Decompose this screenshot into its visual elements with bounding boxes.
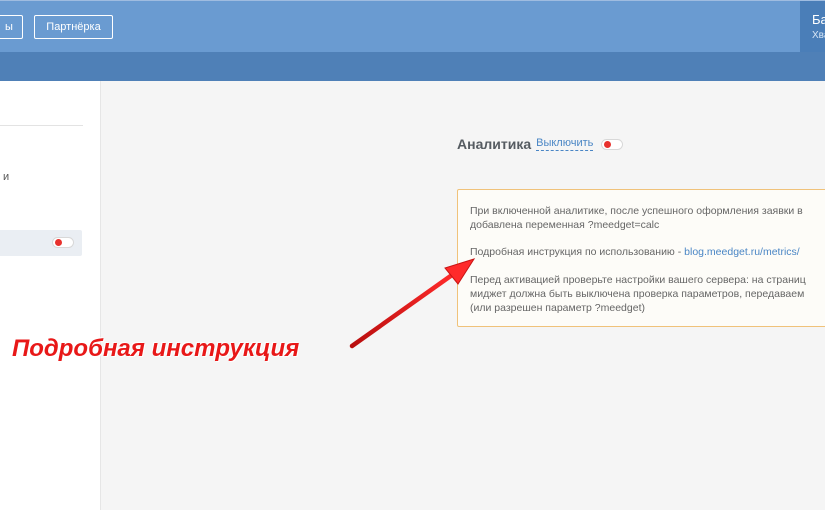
annotation-label: Подробная инструкция (12, 335, 300, 362)
arrow-shaft (349, 272, 455, 349)
annotation-arrow (349, 258, 476, 349)
arrow-head (444, 258, 476, 285)
